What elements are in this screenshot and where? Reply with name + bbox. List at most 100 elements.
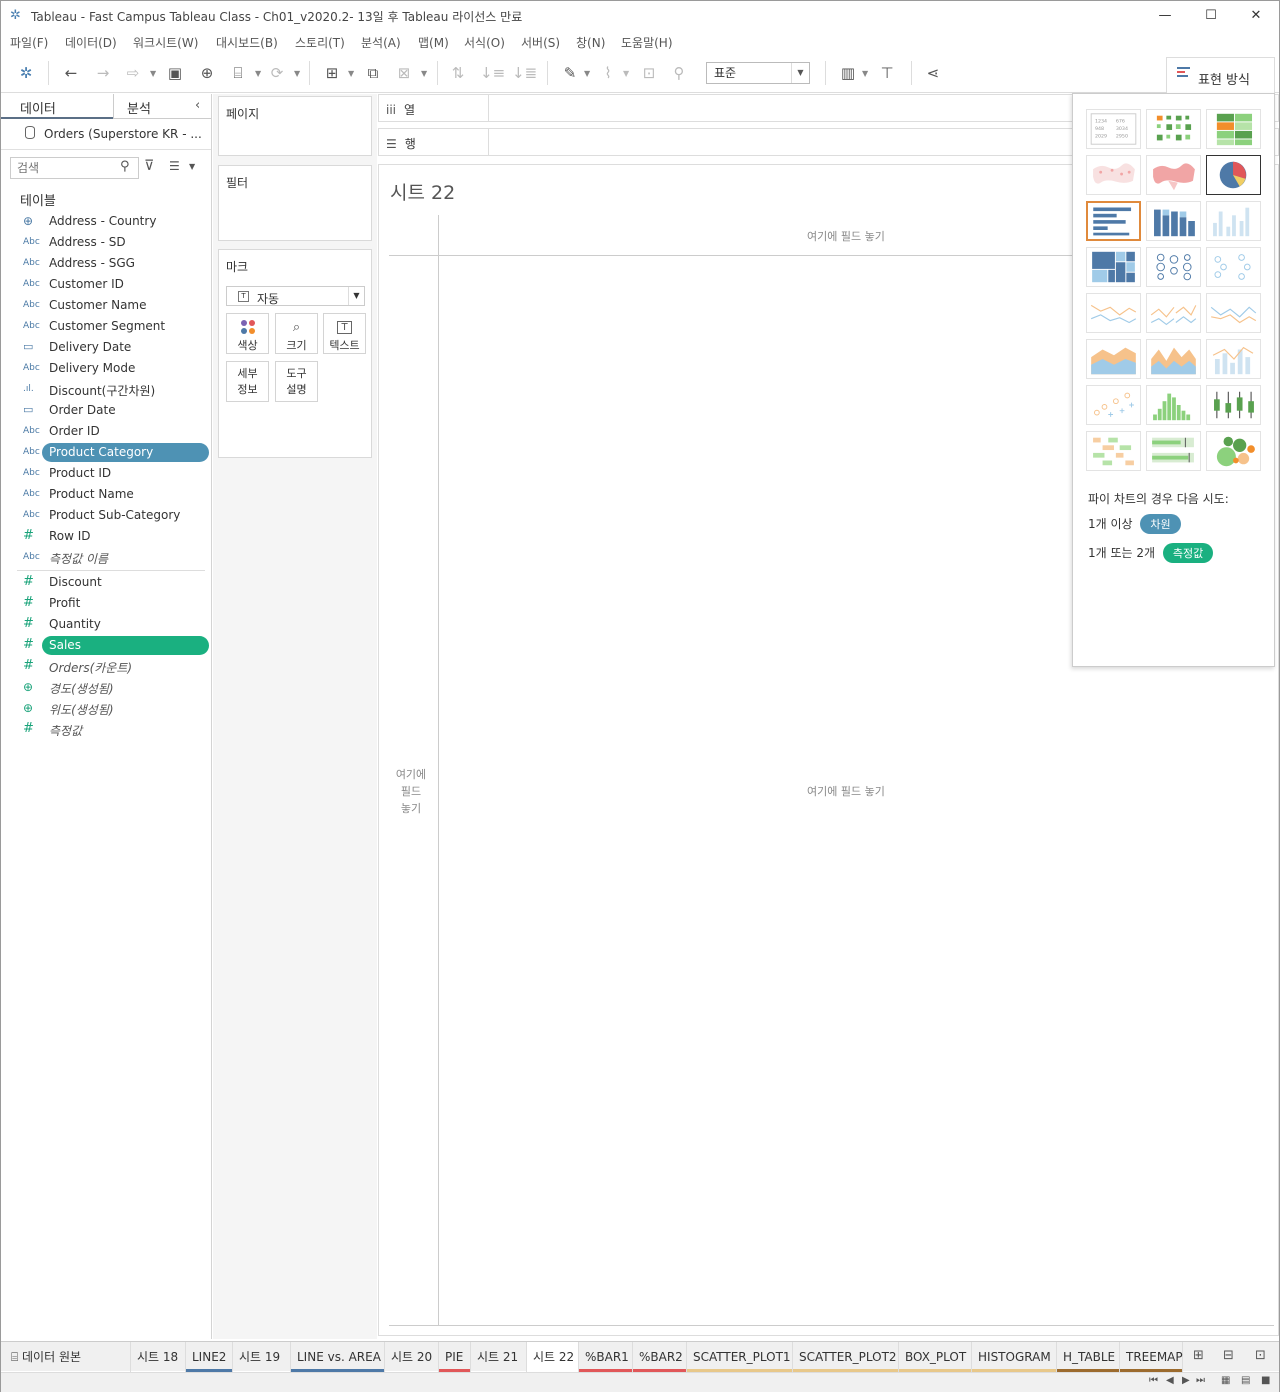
line-chart-discrete-icon[interactable] [1086,293,1141,333]
field-item[interactable]: # Row ID [1,526,211,547]
field-item[interactable]: Abc Customer Name [1,295,211,316]
sheet-tab[interactable]: 시트 20 [385,1342,439,1372]
field-item[interactable]: ▭ Delivery Date [1,337,211,358]
side-by-side-circles-chart-icon[interactable] [1206,247,1261,287]
field-item[interactable]: Abc Address - SD [1,232,211,253]
highlight-icon[interactable]: ✎ [560,62,580,84]
menu-dashboard[interactable]: 대시보드(B) [216,34,278,51]
labels-icon[interactable]: ⊡ [639,62,659,84]
color-button[interactable]: 색상 [226,313,269,354]
menu-file[interactable]: 파일(F) [10,34,48,51]
tab-data[interactable]: 데이터 [20,98,56,117]
show-me-button[interactable]: 표현 방식 [1166,57,1275,94]
sheet-tab[interactable]: %BAR1 [579,1342,633,1372]
area-chart-continuous-icon[interactable] [1086,339,1141,379]
stacked-bar-chart-icon[interactable] [1146,201,1201,241]
close-button[interactable]: ✕ [1234,5,1278,27]
detail-button[interactable]: 세부 정보 [226,361,269,402]
filters-card[interactable]: 필터 [218,165,372,241]
clear-sheet-icon[interactable]: ⊠ [394,62,414,84]
pause-updates-icon[interactable]: ⌸ [228,62,248,84]
histogram-chart-icon[interactable] [1146,385,1201,425]
heat-map-chart-icon[interactable] [1146,109,1201,149]
bullet-graph-chart-icon[interactable] [1146,431,1201,471]
sheet-tab[interactable]: LINE vs. AREA [291,1342,385,1372]
minimize-button[interactable]: — [1143,5,1187,27]
show-cards-icon[interactable]: ▥ [837,62,859,84]
label-button[interactable]: T 텍스트 [323,313,366,354]
menu-help[interactable]: 도움말(H) [621,34,673,51]
field-item[interactable]: # Sales [1,635,211,656]
sheet-tab[interactable]: SCATTER_PLOT1 [687,1342,793,1372]
pin-axes-icon[interactable]: ⚲ [669,62,689,84]
menu-server[interactable]: 서버(S) [521,34,560,51]
area-chart-discrete-icon[interactable] [1146,339,1201,379]
gantt-chart-icon[interactable] [1086,431,1141,471]
circle-views-chart-icon[interactable] [1146,247,1201,287]
tooltip-button[interactable]: 도구 설명 [275,361,318,402]
sheet-tab[interactable]: TREEMAP [1120,1342,1183,1372]
replay-icon[interactable]: ⇨ [123,62,143,84]
field-item[interactable]: Abc Customer Segment [1,316,211,337]
pages-card[interactable]: 페이지 [218,96,372,156]
dual-line-chart-icon[interactable] [1146,293,1201,333]
horizontal-bar-chart-icon[interactable] [1086,201,1141,241]
datasource-item[interactable]: Orders (Superstore KR - ... [1,120,211,150]
text-table-chart-icon[interactable]: 1234 676 948 3034 2029 2950 [1086,109,1141,149]
redo-icon[interactable]: → [93,62,113,84]
box-whisker-chart-icon[interactable] [1206,385,1261,425]
new-worksheet-tab-icon[interactable]: ⊞ [1193,1348,1204,1363]
maximize-button[interactable]: ☐ [1189,5,1233,27]
drop-zone-center[interactable]: 여기에 필드 놓기 [807,783,885,799]
tabs-view-icon[interactable]: ■ [1261,1375,1270,1386]
refresh-icon[interactable]: ⟳ [267,62,287,84]
group-icon[interactable]: ⌇ [598,62,618,84]
field-item[interactable]: Abc Order ID [1,421,211,442]
menu-analysis[interactable]: 분석(A) [361,34,401,51]
field-item[interactable]: Abc Product ID [1,463,211,484]
side-by-side-bar-chart-icon[interactable] [1206,201,1261,241]
field-item[interactable]: # Discount [1,572,211,593]
undo-icon[interactable]: ← [61,62,81,84]
sheet-tab[interactable]: %BAR2 [633,1342,687,1372]
sheet-tab[interactable]: 시트 21 [471,1342,527,1372]
sheet-tab[interactable]: BOX_PLOT [899,1342,972,1372]
sheet-tab[interactable]: PIE [439,1342,471,1372]
pie-chart-icon[interactable] [1206,155,1261,195]
next-sheet-icon[interactable]: ▶ [1182,1375,1190,1386]
sort-desc-icon[interactable]: ↓≣ [512,62,537,84]
menu-data[interactable]: 데이터(D) [65,34,117,51]
menu-worksheet[interactable]: 워크시트(W) [133,34,198,51]
mark-type-select[interactable]: T 자동 ▼ [226,286,365,306]
filter-icon[interactable]: ⊽ [144,158,154,174]
share-icon[interactable]: ⋖ [923,62,943,84]
last-sheet-icon[interactable]: ⏭ [1196,1375,1205,1386]
new-worksheet-icon[interactable]: ⊞ [321,62,343,84]
field-item[interactable]: # 측정값 [1,719,211,740]
sheet-tab[interactable]: HISTOGRAM [972,1342,1057,1372]
new-story-tab-icon[interactable]: ⊡ [1255,1348,1266,1363]
menu-window[interactable]: 창(N) [576,34,605,51]
sheet-title[interactable]: 시트 22 [390,178,455,205]
sorter-view-icon[interactable]: ▤ [1241,1375,1250,1386]
sheet-tab[interactable]: LINE2 [186,1342,233,1372]
treemap-chart-icon[interactable] [1086,247,1141,287]
size-button[interactable]: ⌕ 크기 [275,313,318,354]
menu-map[interactable]: 맵(M) [418,34,449,51]
symbol-map-chart-icon[interactable] [1086,155,1141,195]
menu-story[interactable]: 스토리(T) [295,34,345,51]
sheet-tab[interactable]: 시트 19 [233,1342,291,1372]
filmstrip-view-icon[interactable]: ▦ [1221,1375,1230,1386]
drop-zone-rows[interactable]: 여기에 필드 놓기 [391,766,431,817]
sheet-tab[interactable]: H_TABLE [1057,1342,1120,1372]
field-item[interactable]: Abc Address - SGG [1,253,211,274]
drop-zone-columns[interactable]: 여기에 필드 놓기 [807,228,885,244]
field-item[interactable]: # Profit [1,593,211,614]
menu-format[interactable]: 서식(O) [464,34,505,51]
tableau-home-icon[interactable]: ✲ [16,62,36,84]
sheet-tab[interactable]: SCATTER_PLOT2 [793,1342,899,1372]
datasource-tab[interactable]: ⌸ 데이터 원본 [1,1342,131,1372]
fit-select[interactable]: 표준 ▼ [706,62,810,84]
field-item[interactable]: # Orders(카운트) [1,656,211,677]
field-item[interactable]: Abc Product Name [1,484,211,505]
